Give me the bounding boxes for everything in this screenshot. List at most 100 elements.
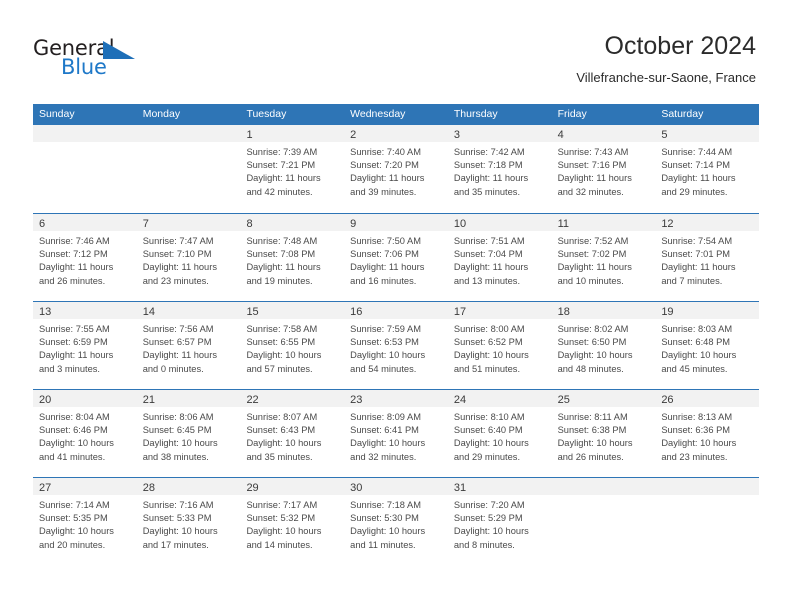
day-cell-29[interactable]: 29 Sunrise: 7:17 AM Sunset: 5:32 PM Dayligh… — [240, 478, 345, 565]
day-number-band: 2 — [344, 125, 448, 142]
day-detail-line: and 17 minutes. — [142, 539, 209, 550]
day-detail-line: Daylight: 11 hours — [453, 173, 529, 184]
day-details: Sunrise: 8:10 AM Sunset: 6:40 PM Daylight:… — [448, 407, 552, 464]
day-cell-28[interactable]: 28 Sunrise: 7:16 AM Sunset: 5:33 PM Dayligh… — [136, 478, 241, 565]
calendar-page: General Blue October 2024 Villefranche-s… — [0, 0, 792, 612]
weekday-header-wednesday: Wednesday — [350, 108, 406, 120]
day-number-band: 13 — [33, 302, 137, 319]
day-cell-8[interactable]: 8 Sunrise: 7:48 AM Sunset: 7:08 PM Daylight… — [240, 214, 345, 301]
day-cell-27[interactable]: 27 Sunrise: 7:14 AM Sunset: 5:35 PM Dayligh… — [33, 478, 137, 565]
day-detail-line: Sunset: 7:08 PM — [246, 249, 316, 260]
day-details: Sunrise: 7:42 AM Sunset: 7:18 PM Daylight:… — [448, 142, 552, 199]
day-cell-24[interactable]: 24 Sunrise: 8:10 AM Sunset: 6:40 PM Dayligh… — [447, 390, 552, 477]
day-detail-line: and 41 minutes. — [39, 451, 106, 462]
day-details: Sunrise: 8:11 AM Sunset: 6:38 PM Daylight:… — [552, 407, 656, 464]
day-number-band: 24 — [447, 390, 552, 407]
day-cell-15[interactable]: 15 Sunrise: 7:58 AM Sunset: 6:55 PM Dayligh… — [240, 302, 345, 389]
day-cell-14[interactable]: 14 Sunrise: 7:56 AM Sunset: 6:57 PM Dayligh… — [136, 302, 241, 389]
day-cell-19[interactable]: 19 Sunrise: 8:03 AM Sunset: 6:48 PM Dayligh… — [655, 302, 760, 389]
day-details: Sunrise: 8:09 AM Sunset: 6:41 PM Daylight:… — [344, 407, 448, 464]
day-cell-12[interactable]: 12 Sunrise: 7:54 AM Sunset: 7:01 PM Dayligh… — [655, 214, 760, 301]
week-row: 1 Sunrise: 7:39 AM Sunset: 7:21 PM Daylight… — [33, 125, 760, 213]
day-cell-3[interactable]: 3 Sunrise: 7:42 AM Sunset: 7:18 PM Daylight… — [447, 125, 552, 213]
day-number-band: 10 — [447, 214, 552, 231]
day-cell-5[interactable]: 5 Sunrise: 7:44 AM Sunset: 7:14 PM Daylight… — [655, 125, 760, 213]
day-detail-line: Sunrise: 8:10 AM — [453, 412, 525, 422]
day-cell-13[interactable]: 13 Sunrise: 7:55 AM Sunset: 6:59 PM Dayligh… — [33, 302, 137, 389]
day-detail-line: Sunset: 7:12 PM — [39, 249, 108, 260]
day-detail-line: Sunset: 7:04 PM — [453, 249, 523, 260]
day-details: Sunrise: 7:51 AM Sunset: 7:04 PM Daylight:… — [448, 231, 552, 288]
day-detail-line: Sunrise: 8:06 AM — [142, 412, 214, 422]
day-number-band — [655, 478, 760, 495]
day-cell-empty — [655, 478, 760, 565]
day-number-band: 21 — [136, 390, 241, 407]
day-cell-21[interactable]: 21 Sunrise: 8:06 AM Sunset: 6:45 PM Dayligh… — [136, 390, 241, 477]
day-cell-7[interactable]: 7 Sunrise: 7:47 AM Sunset: 7:10 PM Daylight… — [136, 214, 241, 301]
calendar-body: 1 Sunrise: 7:39 AM Sunset: 7:21 PM Daylight… — [33, 125, 760, 565]
day-cell-6[interactable]: 6 Sunrise: 7:46 AM Sunset: 7:12 PM Daylight… — [33, 214, 137, 301]
day-detail-line: Daylight: 10 hours — [39, 438, 114, 449]
day-detail-line: Sunset: 7:18 PM — [453, 160, 523, 171]
day-cell-2[interactable]: 2 Sunrise: 7:40 AM Sunset: 7:20 PM Daylight… — [344, 125, 448, 213]
day-detail-line: Sunrise: 7:17 AM — [246, 500, 318, 510]
day-detail-line: Sunset: 6:38 PM — [557, 425, 627, 436]
day-number: 9 — [350, 218, 357, 230]
day-number-band: 31 — [447, 478, 552, 495]
day-detail-line: Daylight: 10 hours — [246, 526, 322, 537]
day-detail-line: and 23 minutes. — [142, 275, 209, 286]
day-detail-line: and 16 minutes. — [350, 275, 417, 286]
day-cell-20[interactable]: 20 Sunrise: 8:04 AM Sunset: 6:46 PM Dayligh… — [33, 390, 137, 477]
day-cell-30[interactable]: 30 Sunrise: 7:18 AM Sunset: 5:30 PM Dayligh… — [344, 478, 448, 565]
day-cell-17[interactable]: 17 Sunrise: 8:00 AM Sunset: 6:52 PM Dayligh… — [447, 302, 552, 389]
day-cell-31[interactable]: 31 Sunrise: 7:20 AM Sunset: 5:29 PM Dayligh… — [447, 478, 552, 565]
day-details: Sunrise: 7:55 AM Sunset: 6:59 PM Daylight:… — [33, 319, 137, 376]
title-block: October 2024 Villefranche-sur-Saone, Fra… — [576, 30, 756, 87]
day-number-band: 3 — [447, 125, 552, 142]
day-number-band: 25 — [551, 390, 656, 407]
day-cell-9[interactable]: 9 Sunrise: 7:50 AM Sunset: 7:06 PM Daylight… — [344, 214, 448, 301]
day-number: 12 — [661, 218, 674, 230]
day-detail-line: Sunset: 5:32 PM — [246, 513, 316, 524]
day-number: 5 — [661, 129, 668, 141]
logo-triangle-icon — [103, 41, 135, 59]
day-detail-line: Sunrise: 7:54 AM — [661, 236, 733, 246]
day-number: 3 — [453, 129, 460, 141]
day-detail-line: Sunrise: 7:48 AM — [246, 236, 318, 246]
day-number: 18 — [557, 306, 570, 318]
day-detail-line: Sunset: 7:16 PM — [557, 160, 627, 171]
weekday-header-friday: Friday — [557, 108, 587, 120]
day-detail-line: Sunset: 7:21 PM — [246, 160, 316, 171]
day-cell-23[interactable]: 23 Sunrise: 8:09 AM Sunset: 6:41 PM Dayligh… — [344, 390, 448, 477]
day-cell-26[interactable]: 26 Sunrise: 8:13 AM Sunset: 6:36 PM Dayligh… — [655, 390, 760, 477]
day-cell-18[interactable]: 18 Sunrise: 8:02 AM Sunset: 6:50 PM Dayligh… — [551, 302, 656, 389]
day-number: 17 — [453, 306, 467, 318]
day-cell-22[interactable]: 22 Sunrise: 8:07 AM Sunset: 6:43 PM Dayligh… — [240, 390, 345, 477]
page-title: October 2024 — [604, 32, 757, 60]
day-number-band: 28 — [136, 478, 241, 495]
day-cell-4[interactable]: 4 Sunrise: 7:43 AM Sunset: 7:16 PM Daylight… — [551, 125, 656, 213]
day-cell-16[interactable]: 16 Sunrise: 7:59 AM Sunset: 6:53 PM Dayligh… — [344, 302, 448, 389]
day-detail-line: Daylight: 10 hours — [142, 438, 218, 449]
day-number-band: 14 — [136, 302, 241, 319]
day-number: 30 — [350, 482, 363, 494]
day-details: Sunrise: 7:47 AM Sunset: 7:10 PM Daylight:… — [137, 231, 241, 288]
day-cell-10[interactable]: 10 Sunrise: 7:51 AM Sunset: 7:04 PM Dayligh… — [447, 214, 552, 301]
day-number-band: 29 — [240, 478, 345, 495]
day-detail-line: and 0 minutes. — [142, 363, 204, 374]
day-cell-1[interactable]: 1 Sunrise: 7:39 AM Sunset: 7:21 PM Daylight… — [240, 125, 345, 213]
day-detail-line: Sunset: 6:52 PM — [453, 337, 523, 348]
day-cell-25[interactable]: 25 Sunrise: 8:11 AM Sunset: 6:38 PM Dayligh… — [551, 390, 656, 477]
day-details: Sunrise: 7:18 AM Sunset: 5:30 PM Daylight:… — [344, 495, 448, 552]
day-detail-line: Daylight: 11 hours — [661, 262, 736, 273]
day-detail-line: and 29 minutes. — [661, 186, 728, 197]
day-detail-line: and 11 minutes. — [350, 539, 416, 550]
logo-text-blue: Blue — [61, 55, 107, 79]
weekday-header-saturday: Saturday — [661, 108, 704, 120]
day-details: Sunrise: 7:39 AM Sunset: 7:21 PM Daylight:… — [240, 142, 344, 199]
day-details — [33, 142, 137, 146]
day-detail-line: and 51 minutes. — [453, 363, 521, 374]
day-cell-11[interactable]: 11 Sunrise: 7:52 AM Sunset: 7:02 PM Dayligh… — [551, 214, 656, 301]
day-details: Sunrise: 8:13 AM Sunset: 6:36 PM Daylight:… — [655, 407, 759, 464]
day-detail-line: and 45 minutes. — [661, 363, 728, 374]
